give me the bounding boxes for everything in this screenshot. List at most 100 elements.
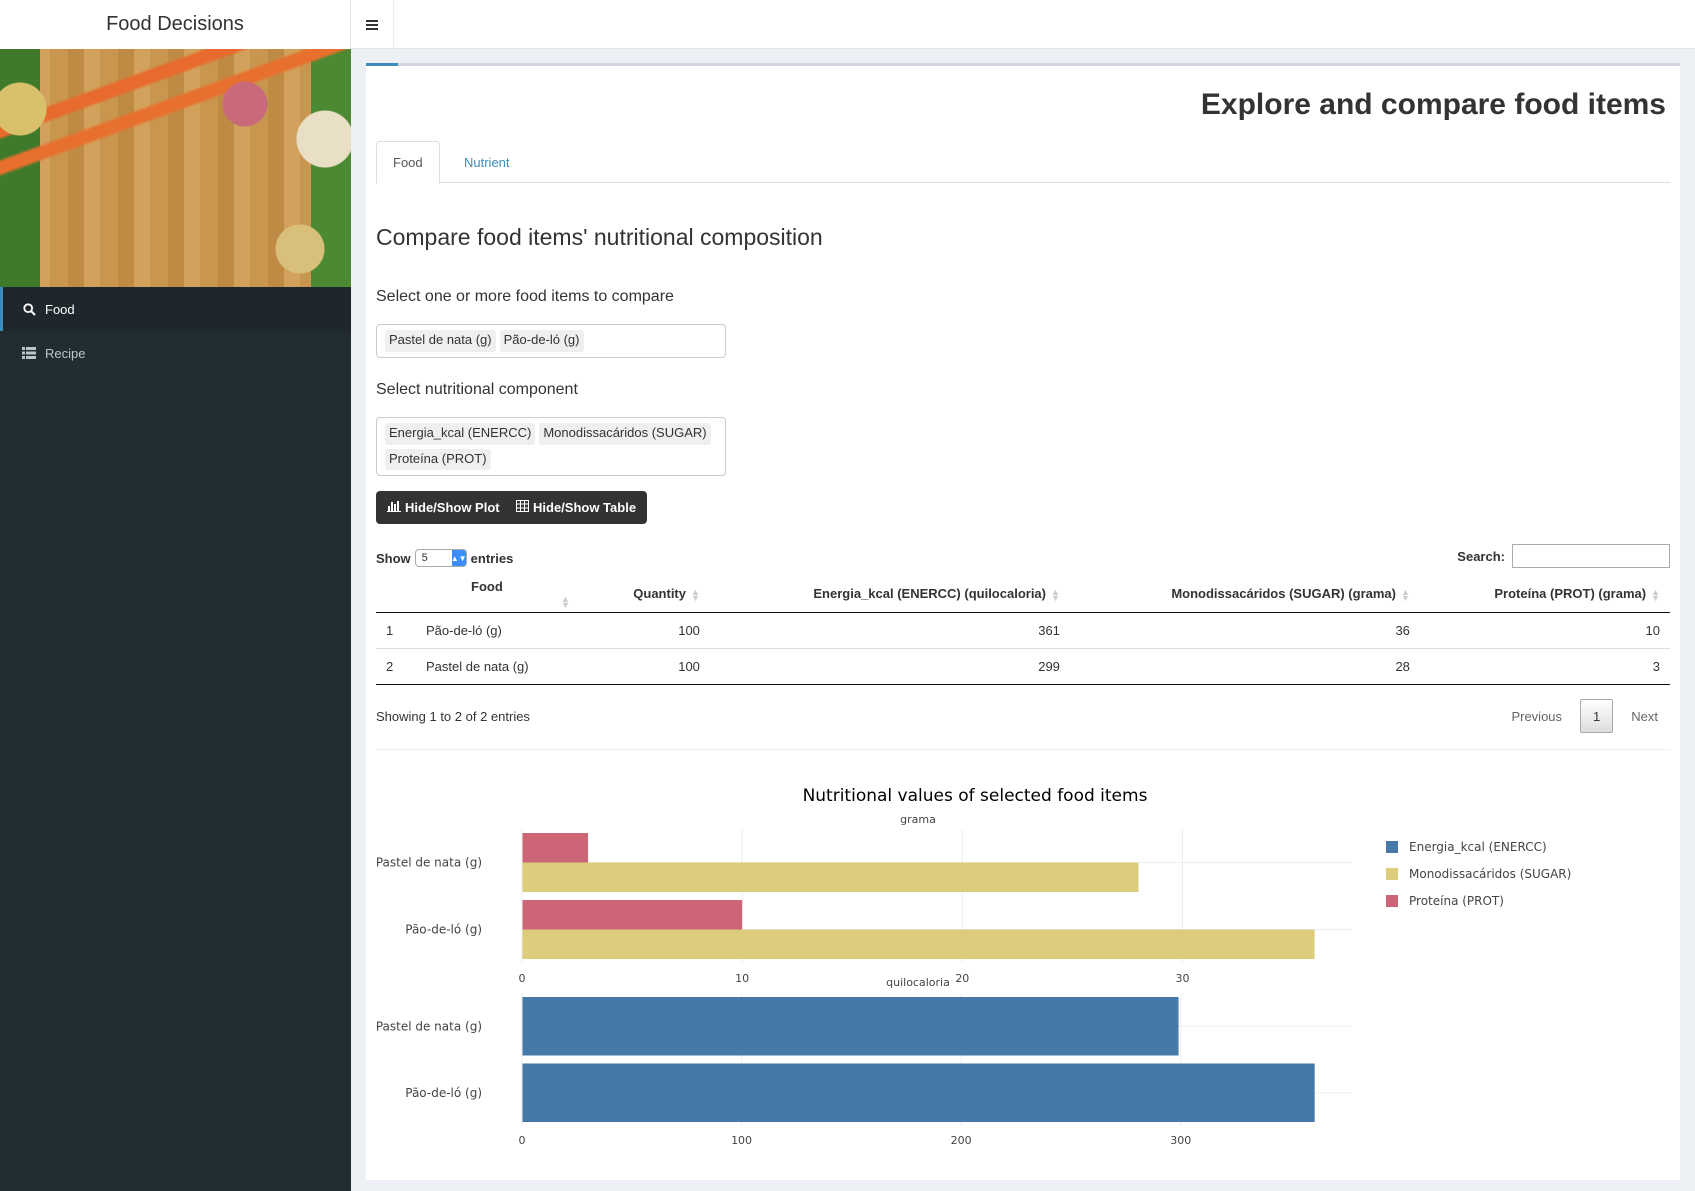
column-header-label: Proteína (PROT) (grama) [1494, 586, 1647, 602]
toggle-table-button[interactable]: Hide/Show Table [505, 491, 648, 524]
sidebar-item-food[interactable]: Food [0, 287, 351, 331]
app-logo: Food Decisions [0, 0, 351, 49]
table-header-row: Food ▲ ▼ Quantity ▲ ▼ Energia_kcal (ENERCC) … [376, 576, 1670, 613]
x-tick-label: 300 [1170, 1134, 1191, 1147]
y-tick-label: Pão-de-ló (g) [405, 1086, 482, 1100]
legend-swatch [1386, 868, 1398, 880]
search-label: Search: [1457, 548, 1505, 564]
x-tick-label: 10 [735, 972, 749, 985]
table-cell: 10 [1419, 612, 1670, 649]
page-title: Explore and compare food items [1200, 88, 1666, 121]
sidebar: Food Recipe [0, 49, 351, 1191]
sort-icon: ▲ ▼ [1401, 586, 1410, 603]
chart-title: Nutritional values of selected food item… [803, 786, 1148, 806]
main-content-box: Explore and compare food items Food Nutr… [366, 63, 1680, 1180]
table-row[interactable]: 1 Pão-de-ló (g) 100 361 36 10 [376, 612, 1670, 649]
tab-food[interactable]: Food [376, 141, 440, 184]
nutrient-select-label: Select nutritional component [376, 381, 578, 398]
table-cell: 3 [1419, 648, 1670, 685]
nutrient-chip[interactable]: Proteína (PROT) [385, 448, 491, 470]
table-cell: 100 [579, 648, 710, 685]
previous-page-button[interactable]: Previous [1499, 699, 1574, 733]
legend-entry: Proteína (PROT) [1409, 894, 1504, 908]
app-title: Food Decisions [106, 13, 244, 35]
section-title: Compare food items' nutritional composit… [376, 224, 823, 250]
table-cell: 361 [709, 612, 1070, 649]
chevron-updown-icon: ▲▼ [451, 550, 466, 566]
divider [376, 749, 1670, 750]
bar [522, 996, 1179, 1056]
nutrient-chip[interactable]: Energia_kcal (ENERCC) [385, 423, 536, 445]
food-chip[interactable]: Pão-de-ló (g) [499, 330, 584, 352]
x-tick-label: 30 [1175, 972, 1189, 985]
table-cell: 100 [579, 612, 710, 649]
legend-swatch [1386, 841, 1398, 853]
table-cell: 1 [376, 612, 416, 649]
legend-entry: Monodissacáridos (SUGAR) [1409, 867, 1571, 881]
column-header-energy[interactable]: Energia_kcal (ENERCC) (quilocaloria) ▲ ▼ [709, 576, 1070, 613]
x-tick-label: 20 [955, 972, 969, 985]
table-cell: Pão-de-ló (g) [416, 612, 580, 649]
legend-swatch [1386, 895, 1398, 907]
column-header-label: Energia_kcal (ENERCC) (quilocaloria) [813, 586, 1046, 602]
tab-bar: Food Nutrient [376, 141, 1670, 184]
pagination: Previous 1 Next [1499, 699, 1670, 733]
vegetables-banner-image [0, 49, 351, 287]
nutrition-bar-chart: Nutritional values of selected food item… [376, 786, 1571, 1147]
panel-unit-label: quilocaloria [886, 976, 950, 989]
table-icon [516, 500, 529, 515]
x-tick-label: 200 [951, 1134, 972, 1147]
entries-select[interactable]: 5 ▲▼ [414, 549, 467, 567]
nutrient-select-input[interactable]: Energia_kcal (ENERCC) Monodissacáridos (… [376, 417, 726, 476]
bar [522, 833, 589, 863]
page-button-1[interactable]: 1 [1580, 699, 1614, 733]
sidebar-item-label: Food [45, 301, 75, 317]
column-header-protein[interactable]: Proteína (PROT) (grama) ▲ ▼ [1419, 576, 1670, 613]
x-tick-label: 0 [519, 972, 526, 985]
food-chip[interactable]: Pastel de nata (g) [385, 330, 496, 352]
x-tick-label: 0 [519, 1134, 526, 1147]
table-cell: 299 [709, 648, 1070, 685]
column-header-food[interactable]: Food ▲ ▼ [416, 576, 580, 613]
entries-value: 5 [421, 552, 428, 564]
column-header-label: Food [471, 578, 503, 594]
sort-icon: ▲ ▼ [1651, 586, 1660, 603]
table-cell: 36 [1069, 612, 1420, 649]
box-accent [366, 63, 398, 66]
top-navbar [351, 0, 1695, 49]
sort-icon: ▲ ▼ [1051, 586, 1060, 603]
legend-entry: Energia_kcal (ENERCC) [1409, 840, 1547, 854]
list-icon [22, 346, 36, 360]
search-icon [22, 302, 36, 316]
bar-chart-icon [387, 500, 401, 515]
column-header-quantity[interactable]: Quantity ▲ ▼ [579, 576, 710, 613]
column-header-label: Quantity [633, 586, 686, 602]
sidebar-toggle-button[interactable] [351, 0, 394, 49]
sidebar-item-recipe[interactable]: Recipe [0, 331, 351, 375]
table-search: Search: [1457, 544, 1670, 568]
x-tick-label: 100 [731, 1134, 752, 1147]
table-cell: 28 [1069, 648, 1420, 685]
toggle-plot-label: Hide/Show Plot [405, 500, 500, 515]
search-input[interactable] [1512, 544, 1670, 568]
column-header-index [376, 576, 416, 613]
table-row[interactable]: 2 Pastel de nata (g) 100 299 28 3 [376, 648, 1670, 685]
toggle-plot-button[interactable]: Hide/Show Plot [376, 491, 511, 524]
table-cell: Pastel de nata (g) [416, 648, 580, 685]
nutrient-chip[interactable]: Monodissacáridos (SUGAR) [539, 423, 711, 445]
toggle-table-label: Hide/Show Table [533, 500, 637, 515]
food-select-label: Select one or more food items to compare [376, 288, 674, 305]
hamburger-icon [366, 19, 378, 30]
show-entries: Show 5 ▲▼ entries [376, 549, 513, 567]
sort-icon: ▲ ▼ [561, 594, 570, 611]
panel-unit-label: grama [900, 813, 936, 826]
data-table: Food ▲ ▼ Quantity ▲ ▼ Energia_kcal (ENERCC) … [376, 576, 1670, 685]
tab-nutrient[interactable]: Nutrient [448, 141, 526, 183]
next-page-button[interactable]: Next [1619, 699, 1670, 733]
column-header-sugar[interactable]: Monodissacáridos (SUGAR) (grama) ▲ ▼ [1069, 576, 1420, 613]
bar [522, 929, 1315, 959]
food-select-input[interactable]: Pastel de nata (g) Pão-de-ló (g) [376, 324, 726, 358]
bar [522, 1063, 1315, 1123]
table-cell: 2 [376, 648, 416, 685]
sidebar-item-label: Recipe [45, 345, 86, 361]
